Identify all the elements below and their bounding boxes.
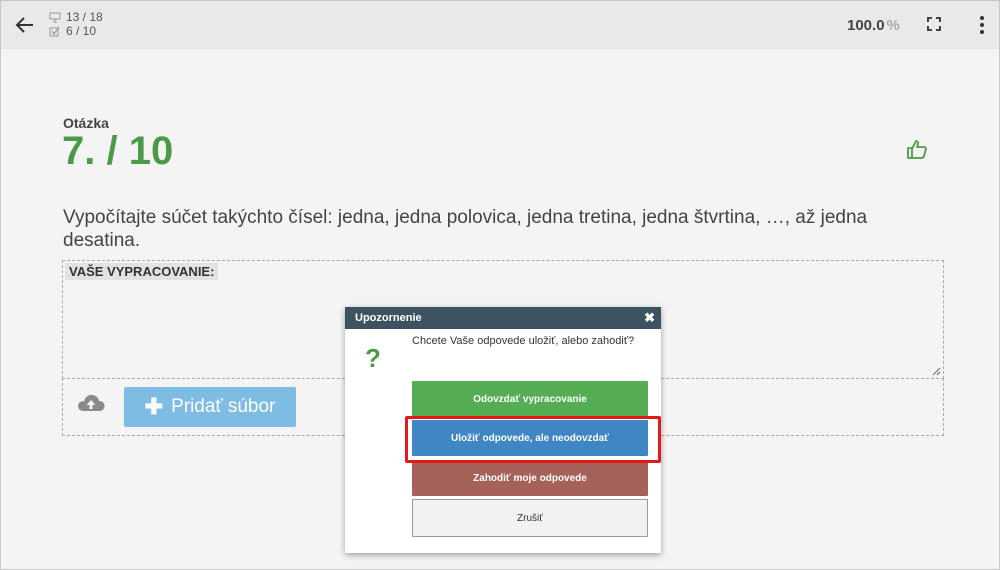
question-text: Vypočítajte súčet takýchto čísel: jedna,… (63, 207, 868, 251)
kebab-menu-icon[interactable] (977, 14, 987, 36)
close-icon[interactable]: ✖ (644, 307, 655, 329)
back-arrow-icon[interactable] (13, 13, 37, 37)
highlight-outline (405, 416, 661, 463)
dialog-header: Upozornenie ✖ (345, 307, 661, 329)
dialog-title: Upozornenie (355, 312, 422, 324)
question-number: 7. / 10 (62, 129, 174, 173)
zoom-level: 100.0% (847, 17, 900, 34)
slides-counter: 13 / 18 (66, 10, 103, 24)
zoom-unit: % (886, 17, 900, 34)
plus-icon: ✚ (144, 394, 164, 419)
submit-button[interactable]: Odovzdať vypracovanie (412, 381, 648, 417)
add-file-label: Pridať súbor (171, 396, 276, 417)
add-file-button[interactable]: ✚ Pridať súbor (124, 387, 296, 427)
app-frame: 13 / 18 6 / 10 100.0% Otázka 7. / 10 Vyp… (0, 0, 1000, 570)
progress-counters: 13 / 18 6 / 10 (49, 10, 103, 38)
resize-handle-icon[interactable] (931, 366, 941, 376)
monitor-icon (49, 12, 61, 22)
answer-label: VAŠE VYPRACOVANIE: (65, 263, 219, 280)
question-mark-icon: ? (365, 343, 381, 373)
discard-answers-button[interactable]: Zahodiť moje odpovede (412, 460, 648, 496)
cancel-button[interactable]: Zrušiť (412, 499, 648, 537)
cloud-upload-icon (78, 394, 105, 411)
top-toolbar: 13 / 18 6 / 10 100.0% (1, 1, 999, 49)
checkbox-icon (49, 26, 60, 36)
dialog-message: Chcete Vaše odpovede uložiť, alebo zahod… (412, 335, 635, 347)
fullscreen-icon[interactable] (926, 16, 942, 32)
thumbs-up-icon[interactable] (905, 137, 929, 161)
answered-counter: 6 / 10 (66, 24, 97, 38)
zoom-value: 100.0 (847, 17, 885, 34)
